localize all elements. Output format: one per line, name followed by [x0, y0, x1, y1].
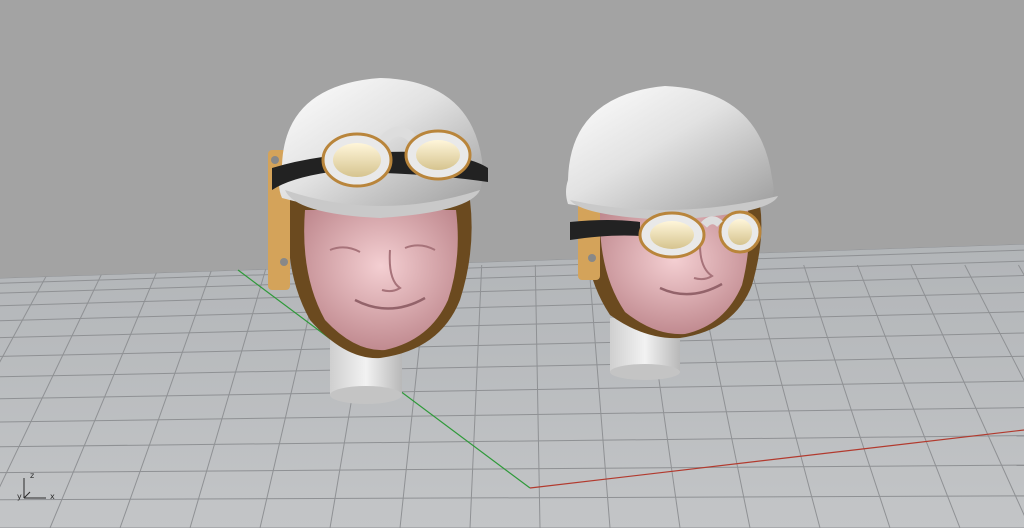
construction-plane: [0, 244, 1024, 528]
goggle-lens-left: [650, 221, 694, 249]
neck-base: [610, 364, 680, 380]
rivet: [271, 156, 279, 164]
gizmo-z-label: z: [30, 471, 34, 480]
rivet: [588, 254, 596, 262]
rivet: [280, 258, 288, 266]
neck-base: [330, 386, 402, 404]
goggle-lens-left: [333, 143, 381, 177]
goggle-lens-right: [728, 219, 752, 245]
viewport-canvas[interactable]: z y x: [0, 0, 1024, 528]
gizmo-x-label: x: [50, 492, 55, 501]
3d-viewport[interactable]: z y x: [0, 0, 1024, 528]
goggle-lens-right: [416, 140, 460, 170]
gizmo-y-label: y: [17, 492, 22, 501]
